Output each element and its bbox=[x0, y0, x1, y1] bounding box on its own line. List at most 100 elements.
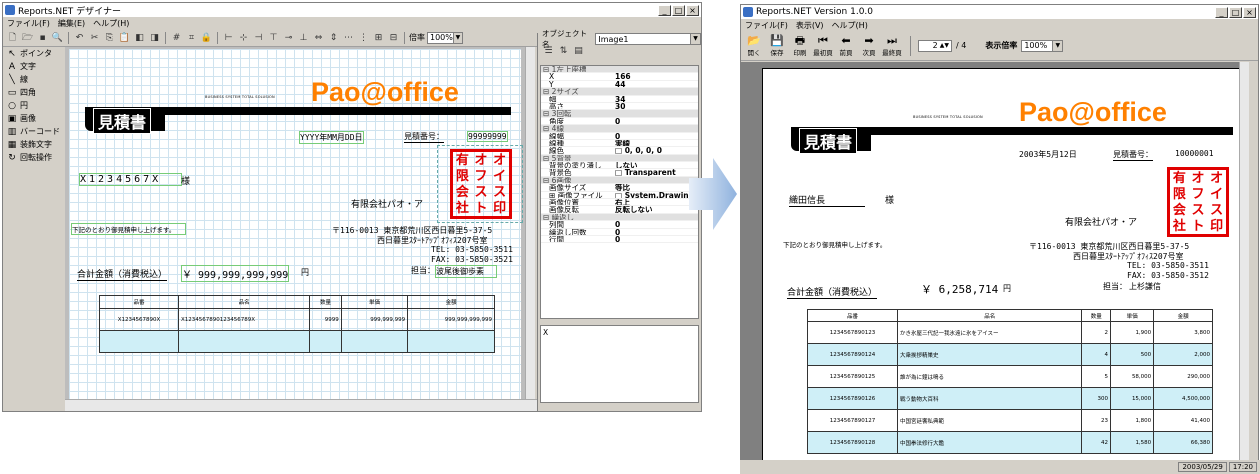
save-icon[interactable]: ▪ bbox=[36, 31, 49, 44]
tool-text[interactable]: A 文字 bbox=[3, 60, 63, 73]
property-grid[interactable]: ⊟ 1左上座標 X 166 Y 44 ⊟ 2サイズ幅 34 高さ 30 ⊟ 3回転 角度 0 ⊟ 4線線… bbox=[540, 65, 699, 319]
property-row[interactable]: 繰返し回数 0 bbox=[541, 229, 698, 236]
property-category[interactable]: ⊟ 繰返し bbox=[541, 213, 698, 222]
property-row[interactable]: ⊞ 画像ファイル □ System.Drawing.Bi bbox=[541, 192, 698, 200]
property-value[interactable]: しない bbox=[615, 162, 698, 168]
open-button[interactable]: 📂 開く bbox=[743, 34, 765, 57]
preview-canvas[interactable]: BUSINESS SYSTEM TOTAL SOLUSION Pao@offic… bbox=[740, 62, 1249, 460]
center-h-icon[interactable]: ⊞ bbox=[372, 31, 385, 44]
property-row[interactable]: 角度 0 bbox=[541, 118, 698, 126]
menu-help[interactable]: ヘルプ(H) bbox=[93, 18, 129, 29]
grid-icon[interactable]: # bbox=[170, 31, 183, 44]
canvas-vscroll[interactable] bbox=[525, 47, 535, 399]
minimize-button[interactable]: _ bbox=[1215, 6, 1228, 18]
print-button[interactable]: 🖶 印刷 bbox=[789, 34, 811, 57]
property-category[interactable]: ⊟ 4線 bbox=[541, 125, 698, 133]
property-row[interactable]: 行間 0 bbox=[541, 236, 698, 244]
same-height-icon[interactable]: ⇕ bbox=[327, 31, 340, 44]
categorized-icon[interactable]: ☰ bbox=[542, 45, 555, 58]
minimize-button[interactable]: _ bbox=[658, 4, 671, 16]
zoom-select[interactable]: 100% ▼ bbox=[1021, 39, 1064, 52]
property-category[interactable]: ⊟ 1左上座標 bbox=[541, 66, 698, 74]
spinner-icon[interactable]: ▲▼ bbox=[940, 42, 949, 49]
snap-icon[interactable]: ⌗ bbox=[185, 31, 198, 44]
property-row[interactable]: 画像サイズ 等比 bbox=[541, 184, 698, 192]
property-row[interactable]: 線種 実線 bbox=[541, 140, 698, 148]
canvas-hscroll[interactable] bbox=[65, 399, 563, 411]
property-value[interactable]: 0 bbox=[615, 221, 698, 227]
property-row[interactable]: 画像位置 右上 bbox=[541, 199, 698, 207]
maximize-button[interactable]: □ bbox=[672, 4, 685, 16]
align-bottom-icon[interactable]: ⊥ bbox=[297, 31, 310, 44]
paste-icon[interactable]: 📋 bbox=[118, 31, 131, 44]
menu-edit[interactable]: 編集(E) bbox=[58, 18, 85, 29]
align-center-icon[interactable]: ⊹ bbox=[237, 31, 250, 44]
tool-pointer[interactable]: ↖ ポインタ bbox=[3, 47, 63, 60]
selection-frame[interactable] bbox=[437, 145, 523, 223]
align-top-icon[interactable]: ⊤ bbox=[267, 31, 280, 44]
property-value[interactable]: 0 bbox=[615, 236, 698, 242]
center-v-icon[interactable]: ⊟ bbox=[387, 31, 400, 44]
menu-help[interactable]: ヘルプ(H) bbox=[832, 20, 868, 31]
preview-vscroll[interactable] bbox=[1239, 62, 1249, 460]
property-row[interactable]: 列間 0 bbox=[541, 221, 698, 229]
property-row[interactable]: 背景の塗り潰し しない bbox=[541, 162, 698, 170]
property-row[interactable]: 幅 34 bbox=[541, 96, 698, 103]
prev-page-button[interactable]: ⬅ 前頁 bbox=[835, 34, 857, 57]
space-v-icon[interactable]: ⋮ bbox=[357, 31, 370, 44]
last-page-button[interactable]: ⏭ 最終頁 bbox=[881, 34, 903, 57]
property-value[interactable]: 44 bbox=[615, 81, 698, 87]
align-right-icon[interactable]: ⊣ bbox=[252, 31, 265, 44]
property-category[interactable]: ⊟ 2サイズ bbox=[541, 88, 698, 96]
undo-icon[interactable]: ↶ bbox=[73, 31, 86, 44]
preview-icon[interactable]: 🔍 bbox=[51, 31, 64, 44]
lock-icon[interactable]: 🔒 bbox=[200, 31, 213, 44]
cut-icon[interactable]: ✂ bbox=[88, 31, 101, 44]
copy-icon[interactable]: ⎘ bbox=[103, 31, 116, 44]
property-pages-icon[interactable]: ▤ bbox=[572, 45, 585, 58]
new-icon[interactable]: 🗋 bbox=[6, 31, 19, 44]
align-middle-icon[interactable]: ⊸ bbox=[282, 31, 295, 44]
tool-circle[interactable]: ○ 円 bbox=[3, 99, 63, 112]
property-value[interactable]: 0 bbox=[615, 229, 698, 235]
tool-decor-text[interactable]: ▦ 装飾文字 bbox=[3, 138, 63, 151]
property-row[interactable]: 線幅 0 bbox=[541, 133, 698, 140]
tool-line[interactable]: ╲ 線 bbox=[3, 73, 63, 86]
close-button[interactable]: × bbox=[1243, 6, 1256, 18]
property-value[interactable]: 0 bbox=[615, 133, 698, 139]
property-value[interactable]: □ 0, 0, 0, 0 bbox=[615, 147, 698, 153]
report-sheet[interactable]: BUSINESS SYSTEM TOTAL SOLUSION Pao@offic… bbox=[69, 49, 523, 399]
property-value[interactable]: 30 bbox=[615, 103, 698, 109]
tool-image[interactable]: ▣ 画像 bbox=[3, 112, 63, 125]
property-row[interactable]: 背景色 □ Transparent bbox=[541, 169, 698, 177]
property-row[interactable]: 線色 □ 0, 0, 0, 0 bbox=[541, 147, 698, 155]
page-spinner[interactable]: 2 ▲▼ bbox=[918, 39, 952, 52]
property-row[interactable]: 画像反転 反転しない bbox=[541, 206, 698, 214]
property-category[interactable]: ⊟ 6画像 bbox=[541, 176, 698, 185]
property-row[interactable]: Y 44 bbox=[541, 81, 698, 89]
first-page-button[interactable]: ⏮ 最初頁 bbox=[812, 34, 834, 57]
tool-rectangle[interactable]: ▭ 四角 bbox=[3, 86, 63, 99]
menu-file[interactable]: ファイル(F) bbox=[745, 20, 788, 31]
property-value[interactable]: 実線 bbox=[615, 140, 698, 146]
space-h-icon[interactable]: ⋯ bbox=[342, 31, 355, 44]
tool-rotate[interactable]: ↻ 回転操作 bbox=[3, 151, 63, 164]
menu-file[interactable]: ファイル(F) bbox=[7, 18, 50, 29]
property-category[interactable]: ⊟ 3回転 bbox=[541, 110, 698, 118]
bring-front-icon[interactable]: ◧ bbox=[133, 31, 146, 44]
save-button[interactable]: 💾 保存 bbox=[766, 34, 788, 57]
property-category[interactable]: ⊟ 5背景 bbox=[541, 154, 698, 163]
zoom-select[interactable]: 100% ▼ bbox=[427, 31, 463, 44]
menu-view[interactable]: 表示(V) bbox=[796, 20, 824, 31]
alphabetical-icon[interactable]: ⇅ bbox=[557, 45, 570, 58]
close-button[interactable]: × bbox=[686, 4, 699, 16]
open-icon[interactable]: 🗁 bbox=[21, 31, 34, 44]
object-name-select[interactable]: Image1 ▼ bbox=[595, 33, 701, 45]
property-value[interactable]: 166 bbox=[615, 73, 698, 79]
property-value[interactable]: 右上 bbox=[615, 199, 698, 205]
same-width-icon[interactable]: ⇔ bbox=[312, 31, 325, 44]
tool-barcode[interactable]: ▥ バーコード bbox=[3, 125, 63, 138]
property-value[interactable]: 反転しない bbox=[615, 206, 698, 212]
property-value[interactable]: 0 bbox=[615, 118, 698, 124]
property-value[interactable]: 34 bbox=[615, 96, 698, 102]
